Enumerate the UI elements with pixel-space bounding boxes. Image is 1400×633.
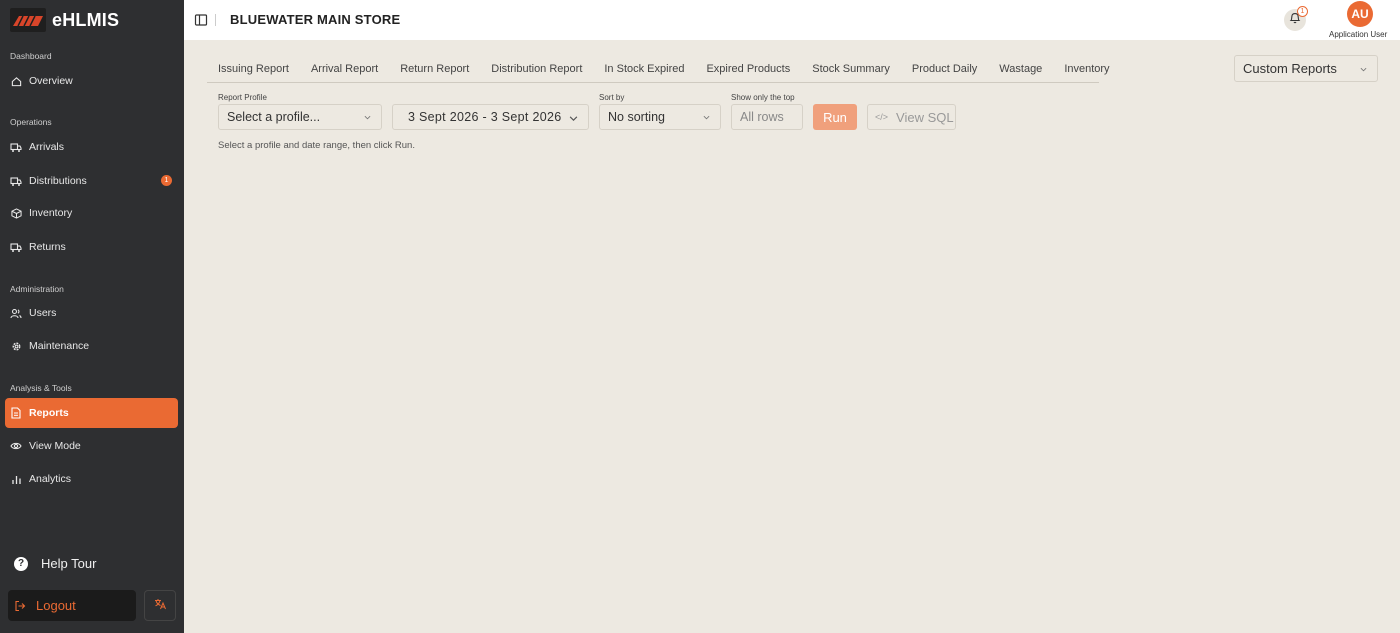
divider: [215, 14, 216, 26]
report-profile-select[interactable]: Select a profile...: [218, 104, 382, 130]
code-icon: </>: [875, 112, 889, 122]
sidebar-item-maintenance[interactable]: Maintenance: [5, 331, 178, 361]
tab-expired-products[interactable]: Expired Products: [695, 56, 801, 82]
home-icon: [10, 75, 22, 87]
sidebar-item-label: Returns: [29, 241, 66, 253]
language-button[interactable]: [144, 590, 176, 621]
box-icon: [10, 207, 22, 219]
sidebar-item-users[interactable]: Users: [5, 298, 178, 328]
sort-by-select[interactable]: No sorting: [599, 104, 721, 130]
translate-icon: [154, 598, 166, 613]
sidebar-item-reports[interactable]: Reports: [5, 398, 178, 428]
top-bar: BLUEWATER MAIN STORE 1 AU Application Us…: [184, 0, 1400, 40]
sidebar: eHLMIS Dashboard Overview Operations Arr…: [0, 0, 184, 633]
page-title: BLUEWATER MAIN STORE: [230, 12, 401, 27]
sort-by-value: No sorting: [608, 110, 665, 124]
chevron-down-icon: [703, 115, 710, 120]
section-administration: Administration: [10, 284, 64, 294]
show-top-label: Show only the top: [731, 93, 795, 102]
logout-button[interactable]: Logout: [8, 590, 136, 621]
section-analysis-tools: Analysis & Tools: [10, 383, 72, 393]
section-operations: Operations: [10, 117, 52, 127]
sidebar-item-label: Overview: [29, 75, 73, 87]
logout-icon: [14, 600, 26, 612]
sidebar-toggle-icon[interactable]: [194, 13, 208, 27]
logout-label: Logout: [36, 598, 76, 613]
notifications-count-badge: 1: [1297, 6, 1308, 17]
hint-text: Select a profile and date range, then cl…: [218, 140, 415, 151]
eye-icon: [10, 440, 22, 452]
custom-reports-select[interactable]: Custom Reports: [1234, 55, 1378, 82]
help-tour-button[interactable]: ? Help Tour: [14, 556, 96, 571]
run-button[interactable]: Run: [813, 104, 857, 130]
logo: [10, 8, 46, 32]
tab-wastage[interactable]: Wastage: [988, 56, 1053, 82]
bar-chart-icon: [10, 473, 22, 485]
tab-product-daily[interactable]: Product Daily: [901, 56, 988, 82]
tab-return-report[interactable]: Return Report: [389, 56, 480, 82]
truck-icon: [10, 141, 22, 153]
user-name: Application User: [1329, 30, 1388, 39]
sidebar-item-label: Arrivals: [29, 141, 65, 153]
sidebar-item-distributions[interactable]: Distributions 1: [5, 166, 178, 196]
custom-reports-label: Custom Reports: [1243, 61, 1337, 76]
report-profile-placeholder: Select a profile...: [227, 110, 321, 124]
sidebar-item-inventory[interactable]: Inventory: [5, 198, 178, 228]
brand[interactable]: eHLMIS: [10, 8, 119, 32]
help-tour-label: Help Tour: [41, 556, 97, 571]
app-name: eHLMIS: [52, 9, 120, 30]
report-profile-label: Report Profile: [218, 93, 267, 102]
truck-out-icon: [10, 175, 22, 187]
show-top-placeholder: All rows: [740, 110, 784, 124]
question-icon: ?: [14, 556, 28, 571]
date-range-value: 3 Sept 2026 - 3 Sept 2026: [408, 110, 562, 124]
chevron-down-icon: [569, 116, 578, 121]
avatar[interactable]: AU: [1347, 1, 1373, 27]
chevron-down-icon: [364, 115, 371, 120]
tab-inventory[interactable]: Inventory: [1053, 56, 1120, 82]
sidebar-item-label: Users: [29, 307, 57, 319]
tab-stock-summary[interactable]: Stock Summary: [801, 56, 901, 82]
chevron-down-icon: [1360, 67, 1367, 71]
show-top-input[interactable]: All rows: [731, 104, 803, 130]
sidebar-item-label: Maintenance: [29, 340, 90, 352]
view-sql-button[interactable]: </> View SQL: [867, 104, 956, 130]
tab-arrival-report[interactable]: Arrival Report: [300, 56, 389, 82]
return-truck-icon: [10, 241, 22, 253]
tab-in-stock-expired[interactable]: In Stock Expired: [593, 56, 695, 82]
view-sql-label: View SQL: [896, 109, 954, 125]
sidebar-item-overview[interactable]: Overview: [5, 66, 178, 96]
sort-by-label: Sort by: [599, 93, 625, 102]
report-tabs: Issuing Report Arrival Report Return Rep…: [207, 56, 1110, 83]
sidebar-item-analytics[interactable]: Analytics: [5, 464, 178, 494]
sidebar-item-returns[interactable]: Returns: [5, 232, 178, 262]
section-dashboard: Dashboard: [10, 51, 52, 61]
sidebar-item-arrivals[interactable]: Arrivals: [5, 132, 178, 162]
sidebar-item-label: Distributions: [29, 175, 87, 187]
distributions-count-badge: 1: [161, 175, 172, 186]
users-icon: [10, 307, 22, 319]
sidebar-item-label: View Mode: [29, 440, 81, 452]
sidebar-item-label: Inventory: [29, 207, 73, 219]
tab-distribution-report[interactable]: Distribution Report: [480, 56, 593, 82]
sidebar-item-label: Analytics: [29, 473, 72, 485]
gear-icon: [10, 340, 22, 352]
sidebar-item-label: Reports: [29, 407, 69, 419]
date-range-picker[interactable]: 3 Sept 2026 - 3 Sept 2026: [392, 104, 589, 130]
sidebar-item-view-mode[interactable]: View Mode: [5, 431, 178, 461]
report-icon: [10, 407, 22, 419]
tab-issuing-report[interactable]: Issuing Report: [207, 56, 300, 82]
